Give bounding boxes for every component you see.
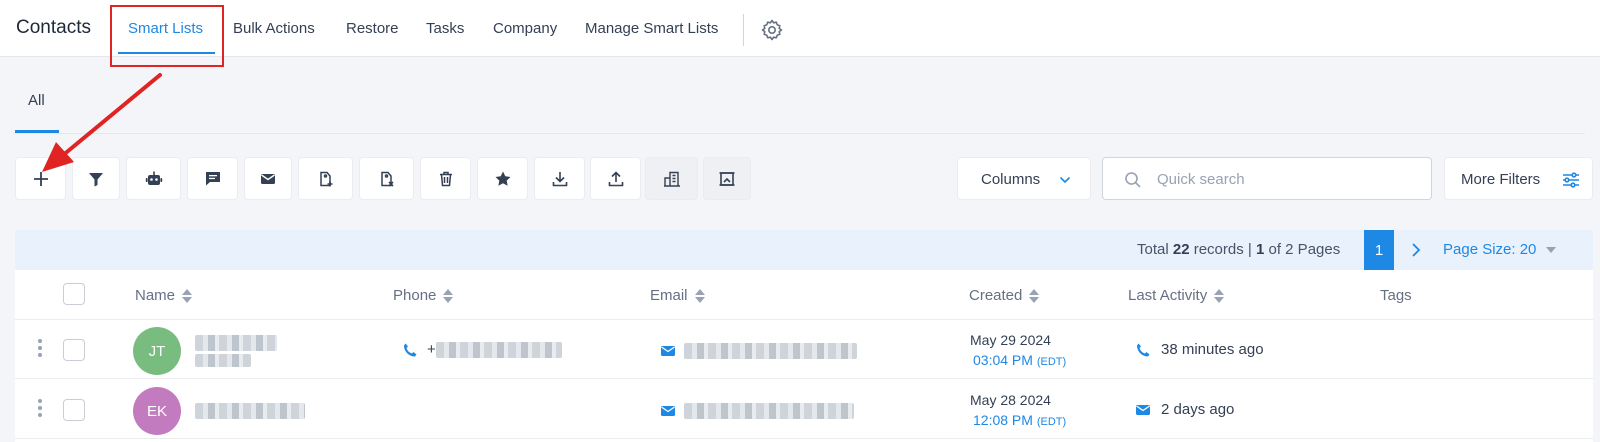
last-activity: 38 minutes ago bbox=[1161, 341, 1264, 358]
page-button-current[interactable]: 1 bbox=[1364, 230, 1394, 270]
email-redacted[interactable] bbox=[684, 343, 857, 359]
nav-divider bbox=[743, 14, 744, 46]
delete-button[interactable] bbox=[420, 157, 471, 200]
created-time: 12:08 PM (EDT) bbox=[973, 412, 1067, 428]
column-header-created[interactable]: Created bbox=[969, 287, 1040, 304]
filter-button[interactable] bbox=[72, 157, 120, 200]
tab-divider bbox=[15, 133, 1585, 134]
top-nav: Contacts Smart Lists Bulk Actions Restor… bbox=[0, 0, 1600, 57]
sort-icon bbox=[182, 288, 193, 303]
tag-remove-icon bbox=[380, 171, 394, 187]
gear-icon[interactable] bbox=[760, 18, 784, 42]
tab-all[interactable]: All bbox=[28, 92, 45, 109]
remove-tag-button[interactable] bbox=[359, 157, 414, 200]
search-icon bbox=[1125, 172, 1141, 188]
column-header-email[interactable]: Email bbox=[650, 287, 705, 304]
created-time: 03:04 PM (EDT) bbox=[973, 352, 1067, 368]
quick-search bbox=[1102, 157, 1432, 200]
table-header: Name Phone Email Created Last Activity T… bbox=[15, 270, 1593, 320]
sort-icon bbox=[1029, 288, 1040, 303]
email-icon[interactable] bbox=[660, 403, 676, 419]
send-email-button[interactable] bbox=[244, 157, 292, 200]
page-title: Contacts bbox=[16, 17, 91, 38]
phone-prefix: + bbox=[427, 341, 436, 358]
merge-contacts-button[interactable] bbox=[703, 157, 751, 200]
phone-icon bbox=[1137, 343, 1150, 357]
import-button[interactable] bbox=[590, 157, 641, 200]
last-activity: 2 days ago bbox=[1161, 401, 1235, 418]
upload-icon bbox=[608, 170, 623, 186]
nav-restore[interactable]: Restore bbox=[346, 20, 399, 37]
columns-dropdown[interactable]: Columns bbox=[957, 157, 1091, 200]
add-icon bbox=[33, 171, 48, 186]
pagination-bar: Total 22 records | 1 of 2 Pages 1 Page S… bbox=[15, 230, 1593, 270]
row-menu-icon[interactable] bbox=[37, 339, 43, 361]
caret-down-icon[interactable] bbox=[1546, 247, 1556, 253]
nav-tasks[interactable]: Tasks bbox=[426, 20, 464, 37]
company-icon bbox=[663, 171, 680, 187]
created-date: May 29 2024 bbox=[970, 332, 1051, 348]
automation-button[interactable] bbox=[126, 157, 181, 200]
row-checkbox[interactable] bbox=[63, 399, 85, 421]
nav-company[interactable]: Company bbox=[493, 20, 557, 37]
more-filters-button[interactable]: More Filters bbox=[1444, 157, 1593, 200]
page-size-dropdown[interactable]: Page Size: 20 bbox=[1443, 241, 1536, 258]
column-header-last-activity[interactable]: Last Activity bbox=[1128, 287, 1225, 304]
sort-icon bbox=[694, 288, 705, 303]
review-request-button[interactable] bbox=[477, 157, 528, 200]
row-checkbox[interactable] bbox=[63, 339, 85, 361]
download-icon bbox=[552, 171, 567, 186]
trash-icon bbox=[439, 171, 452, 186]
column-header-tags: Tags bbox=[1380, 287, 1412, 304]
email-icon bbox=[261, 173, 275, 184]
star-icon bbox=[495, 171, 510, 186]
phone-number-redacted[interactable] bbox=[436, 342, 562, 358]
sliders-icon bbox=[1563, 172, 1579, 188]
avatar: EK bbox=[133, 387, 181, 435]
contact-name-redacted[interactable] bbox=[195, 403, 305, 419]
column-header-name[interactable]: Name bbox=[135, 287, 193, 304]
more-filters-label: More Filters bbox=[1461, 171, 1541, 188]
send-sms-button[interactable] bbox=[187, 157, 238, 200]
tab-active-underline bbox=[15, 130, 59, 133]
row-menu-icon[interactable] bbox=[37, 399, 43, 421]
table-row[interactable]: JT + May 29 2024 03:04 PM (EDT) 38 minut… bbox=[15, 320, 1593, 379]
email-redacted[interactable] bbox=[684, 403, 854, 419]
merge-icon bbox=[719, 171, 735, 186]
chevron-right-icon[interactable] bbox=[1408, 241, 1424, 259]
message-icon bbox=[205, 171, 220, 185]
nav-manage-smart-lists[interactable]: Manage Smart Lists bbox=[585, 20, 718, 37]
export-button[interactable] bbox=[534, 157, 585, 200]
table-row[interactable]: EK May 28 2024 12:08 PM (EDT) 2 days ago bbox=[15, 380, 1593, 439]
add-contact-button[interactable] bbox=[15, 157, 66, 200]
add-tag-button[interactable] bbox=[298, 157, 353, 200]
phone-icon[interactable] bbox=[402, 342, 418, 358]
search-input[interactable] bbox=[1157, 168, 1417, 190]
add-to-company-button[interactable] bbox=[645, 157, 698, 200]
sort-icon bbox=[1214, 288, 1225, 303]
nav-bulk-actions[interactable]: Bulk Actions bbox=[233, 20, 315, 37]
total-records-text: Total 22 records | 1 of 2 Pages bbox=[1137, 241, 1341, 258]
email-icon[interactable] bbox=[660, 343, 676, 359]
chevron-down-icon bbox=[1059, 176, 1071, 184]
tag-add-icon bbox=[319, 171, 332, 186]
sort-icon bbox=[443, 288, 454, 303]
avatar: JT bbox=[133, 327, 181, 375]
created-date: May 28 2024 bbox=[970, 392, 1051, 408]
contacts-table: Name Phone Email Created Last Activity T… bbox=[15, 270, 1593, 442]
select-all-checkbox[interactable] bbox=[63, 283, 85, 305]
robot-icon bbox=[145, 171, 162, 185]
column-header-phone[interactable]: Phone bbox=[393, 287, 454, 304]
contact-name-redacted[interactable] bbox=[195, 335, 277, 351]
annotation-highlight-box bbox=[110, 5, 224, 67]
filter-icon bbox=[89, 172, 103, 186]
email-icon bbox=[1136, 405, 1150, 415]
contact-name-redacted-line2 bbox=[195, 354, 251, 367]
columns-label: Columns bbox=[981, 171, 1041, 188]
